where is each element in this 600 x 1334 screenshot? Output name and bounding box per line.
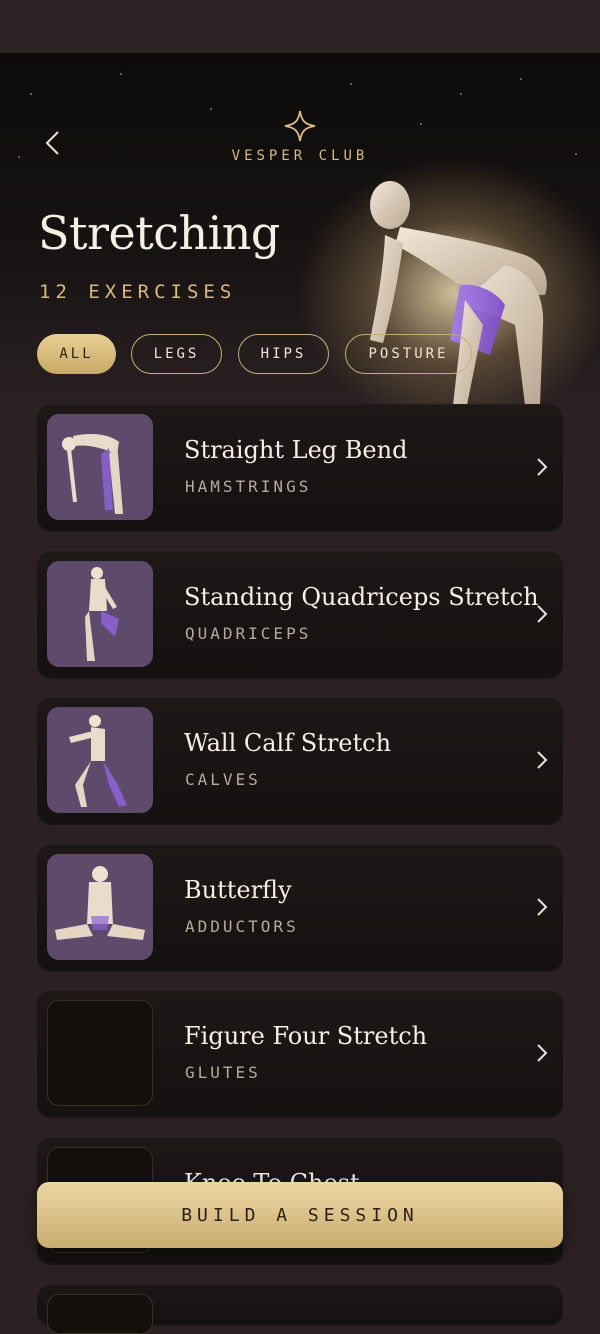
hero-stretch-figure bbox=[370, 181, 547, 405]
exercise-card[interactable]: Standing Quadriceps Stretch QUADRICEPS bbox=[37, 551, 563, 677]
exercise-thumbnail bbox=[47, 707, 153, 813]
build-session-button[interactable]: BUILD A SESSION bbox=[37, 1182, 563, 1248]
page-title: Stretching bbox=[38, 206, 280, 260]
exercise-thumbnail-placeholder bbox=[47, 1294, 153, 1334]
exercise-muscle: ADDUCTORS bbox=[185, 917, 299, 936]
exercise-thumbnail-placeholder bbox=[47, 1000, 153, 1106]
exercise-muscle: QUADRICEPS bbox=[185, 624, 312, 643]
exercise-thumbnail bbox=[47, 854, 153, 960]
exercise-name: Straight Leg Bend bbox=[184, 436, 408, 464]
exercise-card[interactable]: Butterfly ADDUCTORS bbox=[37, 844, 563, 970]
exercise-card[interactable]: Figure Four Stretch GLUTES bbox=[37, 990, 563, 1116]
status-bar bbox=[0, 0, 600, 53]
filter-chip-hips[interactable]: HIPS bbox=[238, 334, 329, 374]
exercise-thumbnail bbox=[47, 414, 153, 520]
exercise-card[interactable]: Straight Leg Bend HAMSTRINGS bbox=[37, 404, 563, 530]
exercise-name: Figure Four Stretch bbox=[184, 1022, 428, 1050]
filter-chip-legs[interactable]: LEGS bbox=[131, 334, 222, 374]
chevron-right-icon bbox=[537, 1044, 548, 1062]
exercise-name: Standing Quadriceps Stretch bbox=[184, 583, 539, 611]
chevron-right-icon bbox=[537, 605, 548, 623]
filter-chip-posture[interactable]: POSTURE bbox=[345, 334, 472, 374]
chevron-right-icon bbox=[537, 458, 548, 476]
exercise-muscle: CALVES bbox=[185, 770, 261, 789]
chevron-right-icon bbox=[537, 898, 548, 916]
filter-chip-all[interactable]: ALL bbox=[37, 334, 116, 374]
exercise-thumbnail bbox=[47, 561, 153, 667]
four-point-star-icon bbox=[284, 110, 316, 142]
exercise-name: Butterfly bbox=[184, 876, 292, 904]
exercise-card[interactable] bbox=[37, 1284, 563, 1334]
brand-name: VESPER CLUB bbox=[231, 148, 369, 164]
exercise-muscle: GLUTES bbox=[185, 1063, 261, 1082]
exercise-name: Wall Calf Stretch bbox=[184, 729, 392, 757]
exercise-count: 12 EXERCISES bbox=[39, 281, 237, 303]
exercise-muscle: HAMSTRINGS bbox=[185, 477, 312, 496]
chevron-right-icon bbox=[537, 751, 548, 769]
exercise-card[interactable]: Wall Calf Stretch CALVES bbox=[37, 697, 563, 823]
